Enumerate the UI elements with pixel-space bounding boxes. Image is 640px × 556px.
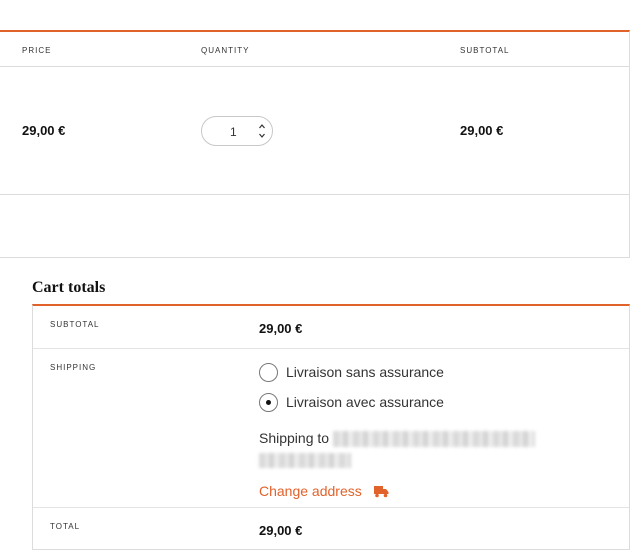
totals-total-label: Total bbox=[50, 522, 81, 531]
change-address-label[interactable]: Change address bbox=[259, 483, 362, 499]
shipping-to-label: Shipping to bbox=[259, 430, 330, 446]
truck-icon[interactable] bbox=[374, 485, 389, 503]
totals-shipping-label: Shipping bbox=[50, 363, 97, 372]
totals-shipping-row: Shipping Livraison sans assurance Livrai… bbox=[33, 349, 629, 508]
totals-subtotal-label: Subtotal bbox=[50, 320, 100, 329]
chevron-up-down-icon[interactable] bbox=[258, 122, 266, 140]
redacted-address-line-1 bbox=[333, 431, 535, 447]
cart-totals-table: Subtotal 29,00 € Shipping Livraison sans… bbox=[32, 304, 630, 550]
item-price: 29,00 € bbox=[22, 123, 66, 138]
column-header-quantity: Quantity bbox=[201, 46, 250, 55]
shipping-option-label[interactable]: Livraison sans assurance bbox=[286, 364, 444, 380]
totals-total-value: 29,00 € bbox=[259, 523, 303, 538]
quantity-stepper[interactable]: 1 bbox=[201, 116, 273, 146]
column-header-subtotal: Subtotal bbox=[460, 46, 510, 55]
totals-subtotal-row: Subtotal 29,00 € bbox=[33, 306, 629, 349]
change-address-link[interactable]: Change address bbox=[259, 483, 389, 503]
shipping-option-label[interactable]: Livraison avec assurance bbox=[286, 394, 444, 410]
shipping-radio-without-insurance[interactable] bbox=[259, 363, 278, 382]
cart-item-row: 29,00 € 1 29,00 € bbox=[0, 67, 629, 195]
cart-totals-title: Cart totals bbox=[32, 279, 106, 296]
cart-table: Price Quantity Subtotal 29,00 € 1 29,00 … bbox=[0, 30, 630, 258]
cart-table-header: Price Quantity Subtotal bbox=[0, 32, 629, 67]
totals-total-row: Total 29,00 € bbox=[33, 508, 629, 550]
quantity-value[interactable]: 1 bbox=[230, 125, 237, 139]
item-subtotal: 29,00 € bbox=[460, 123, 504, 138]
totals-subtotal-value: 29,00 € bbox=[259, 321, 303, 336]
shipping-radio-with-insurance[interactable] bbox=[259, 393, 278, 412]
redacted-address-line-2 bbox=[259, 453, 351, 468]
column-header-price: Price bbox=[22, 46, 52, 55]
